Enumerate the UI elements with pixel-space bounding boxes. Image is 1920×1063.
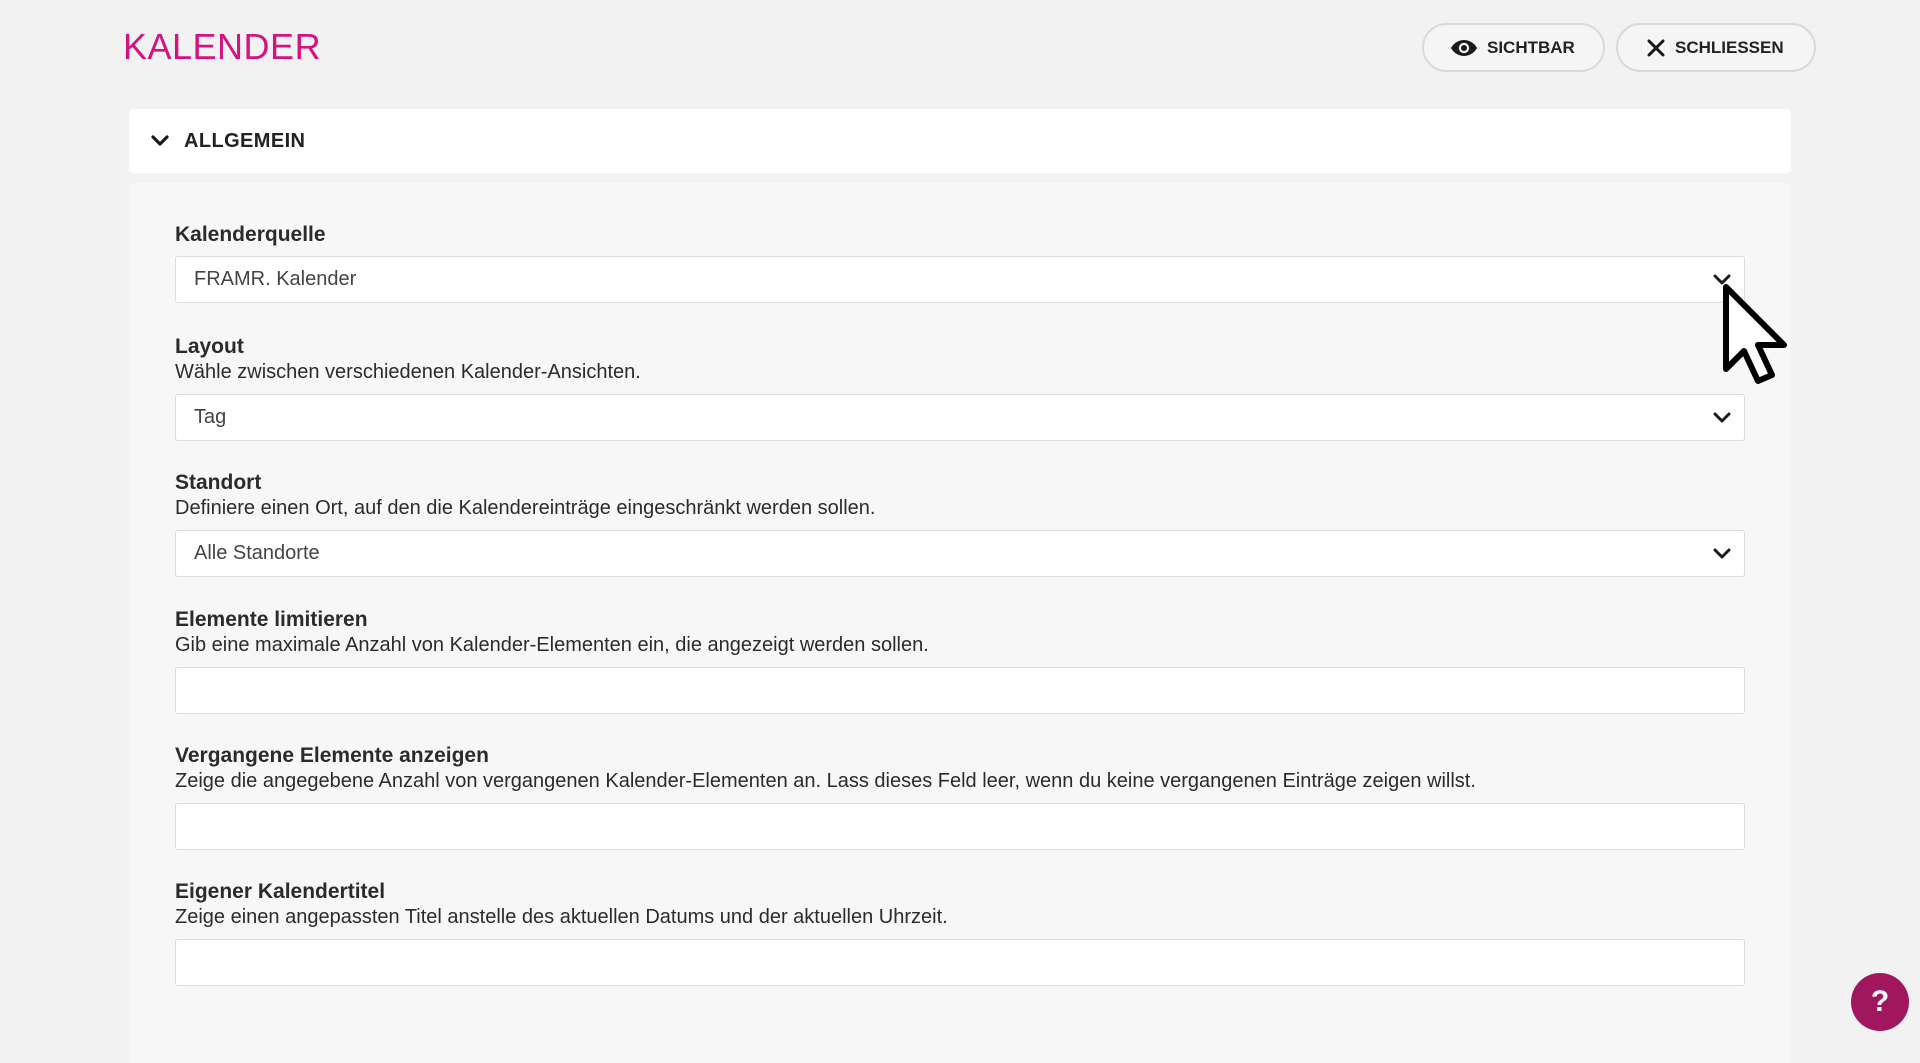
field-description: Zeige einen angepassten Titel anstelle d… [175, 906, 948, 928]
field-label: Elemente limitieren [175, 608, 368, 631]
past-elements-input-box [175, 803, 1745, 850]
field-calendar-source: Kalenderquelle FRAMR. Kalender [175, 222, 1745, 303]
chevron-down-icon [149, 130, 171, 152]
field-description: Gib eine maximale Anzahl von Kalender-El… [175, 634, 929, 656]
field-description: Zeige die angegebene Anzahl von vergange… [175, 770, 1476, 792]
close-button[interactable]: SCHLIESSEN [1616, 23, 1816, 72]
help-icon: ? [1870, 985, 1890, 1018]
help-button[interactable]: ? [1851, 973, 1909, 1031]
limit-input[interactable] [176, 668, 1744, 713]
field-label: Vergangene Elemente anzeigen [175, 744, 489, 767]
custom-title-input-box [175, 939, 1745, 986]
visibility-button[interactable]: SICHTBAR [1422, 23, 1605, 72]
location-select[interactable]: Alle Standorte [175, 530, 1745, 577]
close-button-label: SCHLIESSEN [1675, 37, 1784, 57]
chevron-down-icon [1711, 543, 1733, 565]
field-label: Kalenderquelle [175, 223, 326, 246]
field-custom-title: Eigener Kalendertitel Zeige einen angepa… [175, 879, 1745, 986]
field-description: Wähle zwischen verschiedenen Kalender-An… [175, 361, 641, 383]
field-limit: Elemente limitieren Gib eine maximale An… [175, 607, 1745, 714]
field-description: Definiere einen Ort, auf den die Kalende… [175, 497, 876, 519]
selected-value: Alle Standorte [194, 542, 320, 564]
page-title: KALENDER [123, 26, 322, 67]
layout-select[interactable]: Tag [175, 394, 1745, 441]
visibility-button-label: SICHTBAR [1487, 37, 1575, 57]
selected-value: FRAMR. Kalender [194, 268, 357, 290]
limit-input-box [175, 667, 1745, 714]
selected-value: Tag [194, 406, 227, 428]
chevron-down-icon [1711, 407, 1733, 429]
header-actions: SICHTBAR SCHLIESSEN [1422, 23, 1816, 72]
past-elements-input[interactable] [176, 804, 1744, 849]
section-toggle-allgemein[interactable]: ALLGEMEIN [129, 109, 1791, 173]
custom-title-input[interactable] [176, 940, 1744, 985]
close-icon [1646, 37, 1666, 59]
chevron-down-icon [1711, 269, 1733, 291]
field-label: Layout [175, 335, 244, 358]
eye-icon [1450, 37, 1478, 59]
field-label: Standort [175, 471, 262, 494]
calendar-source-select[interactable]: FRAMR. Kalender [175, 256, 1745, 303]
section-title: ALLGEMEIN [184, 129, 306, 152]
field-layout: Layout Wähle zwischen verschiedenen Kale… [175, 334, 1745, 441]
field-location: Standort Definiere einen Ort, auf den di… [175, 470, 1745, 577]
field-past-elements: Vergangene Elemente anzeigen Zeige die a… [175, 743, 1745, 850]
field-label: Eigener Kalendertitel [175, 880, 386, 903]
